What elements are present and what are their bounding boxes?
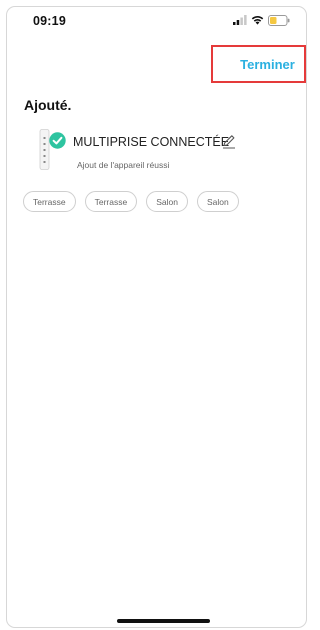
room-chip[interactable]: Terrasse [23, 191, 76, 212]
device-name: MULTIPRISE CONNECTÉE [73, 135, 230, 149]
status-icons [233, 14, 290, 26]
done-button[interactable]: Terminer [211, 45, 306, 83]
status-bar: 09:19 [7, 7, 306, 33]
room-chip[interactable]: Salon [196, 191, 239, 212]
device-status-text: Ajout de l'appareil réussi [77, 160, 170, 170]
device-row: MULTIPRISE CONNECTÉE Ajout de l'appareil… [38, 129, 298, 177]
room-chip[interactable]: Salon [146, 191, 188, 212]
wifi-icon [251, 15, 264, 25]
success-check-icon [49, 132, 66, 149]
signal-icon [233, 15, 247, 25]
room-chip[interactable]: Terrasse [84, 191, 138, 212]
home-indicator[interactable] [117, 619, 210, 623]
status-time: 09:19 [33, 14, 66, 28]
phone-screen: 09:19 Terminer Ajouté. MULTIPRISE CONNEC… [6, 6, 307, 628]
battery-icon [268, 14, 290, 26]
edit-pencil-icon[interactable] [221, 133, 237, 149]
room-chips: Terrasse Terrasse Salon Salon [23, 191, 239, 212]
page-title: Ajouté. [24, 97, 72, 113]
